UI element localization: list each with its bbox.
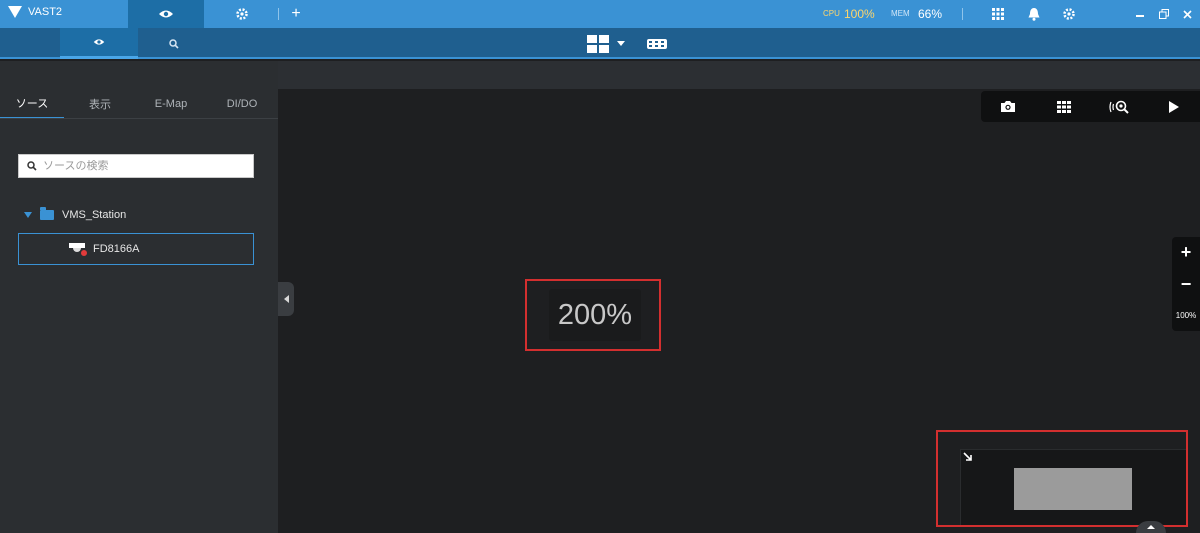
camera-label: FD8166A xyxy=(93,243,140,255)
tab-dido[interactable]: DI/DO xyxy=(208,89,276,119)
zoom-panel: + − 100% xyxy=(1172,237,1200,331)
camera-snapshot-icon xyxy=(1001,101,1015,112)
tab-source[interactable]: ソース xyxy=(0,89,64,119)
gear-icon xyxy=(236,8,248,20)
folder-icon xyxy=(40,207,54,220)
eye-icon xyxy=(93,39,105,45)
grid-view-button[interactable] xyxy=(1049,91,1079,122)
tree-node-vms-station[interactable]: VMS_Station xyxy=(24,207,127,221)
tab-emap[interactable]: E-Map xyxy=(136,89,206,119)
view-header-strip xyxy=(278,61,1200,89)
sidebar-collapse-button[interactable] xyxy=(278,282,294,316)
zoom-indicator: 200% xyxy=(549,289,641,341)
fisheye-search-icon xyxy=(1109,100,1129,114)
tab-settings[interactable] xyxy=(232,0,252,28)
minimap-viewport[interactable] xyxy=(1014,468,1132,510)
cpu-label: CPU xyxy=(823,9,840,18)
minimize-button[interactable] xyxy=(1133,0,1147,28)
close-button[interactable] xyxy=(1180,0,1194,28)
video-toolbar xyxy=(981,91,1200,122)
zoom-level-label: 100% xyxy=(1175,311,1197,320)
film-strip-icon xyxy=(647,38,667,49)
zoom-in-button[interactable]: + xyxy=(1172,241,1200,263)
tree-node-label: VMS_Station xyxy=(62,209,127,221)
search-icon xyxy=(27,161,37,171)
source-search[interactable] xyxy=(18,154,254,178)
close-icon xyxy=(1182,9,1192,19)
vivotek-logo-icon xyxy=(8,6,22,18)
tab-search[interactable] xyxy=(138,28,210,59)
plus-icon: + xyxy=(291,5,301,22)
collapse-left-icon xyxy=(283,295,289,303)
divider xyxy=(278,8,279,20)
grid-apps-icon xyxy=(992,8,1004,20)
grid-view-icon xyxy=(1057,100,1071,113)
minimap-collapse-icon[interactable] xyxy=(962,451,974,463)
layout-2x2-icon xyxy=(587,34,609,53)
mem-label: MEM xyxy=(891,9,910,18)
restore-icon xyxy=(1159,9,1169,19)
dome-camera-icon xyxy=(69,243,87,256)
search-icon xyxy=(169,38,179,49)
restore-button[interactable] xyxy=(1157,0,1171,28)
tab-live-view[interactable] xyxy=(128,0,204,28)
eye-icon xyxy=(159,10,173,18)
layout-dropdown[interactable] xyxy=(614,28,628,59)
play-button[interactable] xyxy=(1159,91,1189,122)
divider xyxy=(962,8,963,20)
settings-button[interactable] xyxy=(1061,0,1077,28)
mem-value: 66% xyxy=(918,7,943,21)
dropdown-icon xyxy=(617,41,625,46)
cpu-value: 100% xyxy=(844,7,875,21)
tabs-divider xyxy=(0,118,278,119)
snapshot-button[interactable] xyxy=(993,91,1023,122)
expand-caret-icon[interactable] xyxy=(24,212,32,218)
app-title: VAST2 xyxy=(28,6,63,18)
layout-button[interactable] xyxy=(586,28,610,59)
sidebar xyxy=(0,61,278,533)
fisheye-search-button[interactable] xyxy=(1105,91,1135,122)
minimize-icon xyxy=(1136,15,1144,17)
bottom-panel-toggle[interactable] xyxy=(1136,521,1166,533)
apps-button[interactable] xyxy=(990,0,1006,28)
tree-item-camera[interactable]: FD8166A xyxy=(18,233,254,265)
search-input[interactable] xyxy=(43,160,253,172)
sequence-button[interactable] xyxy=(646,28,668,59)
tab-display[interactable]: 表示 xyxy=(66,89,134,119)
expand-up-icon xyxy=(1147,525,1155,529)
tab-sources[interactable] xyxy=(60,28,138,59)
bell-icon xyxy=(1028,7,1040,21)
sidebar-tabs: ソース 表示 E-Map DI/DO xyxy=(0,89,278,119)
app-logo: VAST2 xyxy=(8,6,62,18)
play-icon xyxy=(1169,100,1179,113)
settings-icon xyxy=(1063,8,1075,20)
add-tab-button[interactable]: + xyxy=(288,0,304,28)
notifications-button[interactable] xyxy=(1026,0,1042,28)
zoom-out-button[interactable]: − xyxy=(1172,273,1200,295)
